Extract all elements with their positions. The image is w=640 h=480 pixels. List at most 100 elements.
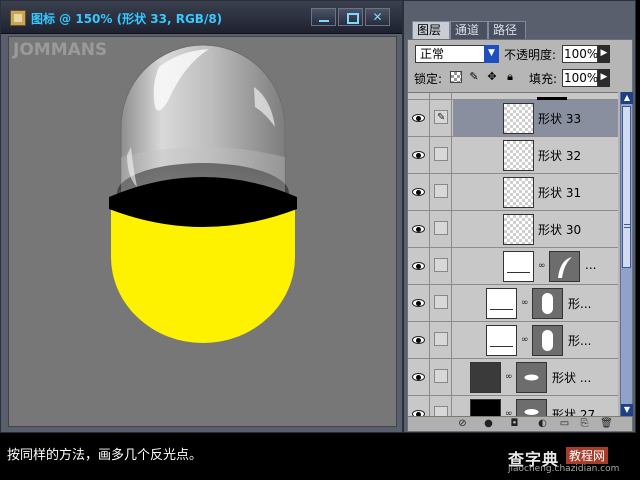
layer-row[interactable]: ∞ ... — [408, 248, 618, 285]
layer-link-box[interactable] — [434, 332, 448, 346]
minimize-button[interactable] — [311, 8, 336, 26]
chevron-down-icon[interactable]: ▼ — [484, 45, 499, 63]
close-button[interactable]: ✕ — [365, 8, 390, 26]
new-layer-icon[interactable]: ⎘ — [578, 418, 591, 430]
fill-slider-arrow-icon[interactable]: ▶ — [598, 69, 610, 87]
layer-link-box[interactable] — [434, 147, 448, 161]
scroll-up-arrow-icon[interactable]: ▲ — [621, 92, 633, 104]
layer-row[interactable]: ∞ 形... — [408, 285, 618, 322]
layer-name: 形状 33 — [538, 112, 582, 126]
layer-name: 形状 ... — [552, 371, 592, 385]
layer-thumbnail — [503, 251, 534, 282]
layers-panel-body: 正常 ▼ 不透明度: 100% ▶ 锁定: ✎ ✥ 🔒︎ 填充: 100% ▶ — [407, 39, 633, 432]
vector-mask-thumbnail — [516, 362, 547, 393]
capsule-artwork — [109, 44, 297, 343]
layer-row[interactable]: ∞ 形... — [408, 322, 618, 359]
layer-name: 形... — [568, 334, 592, 348]
layer-style-icon[interactable]: ● — [482, 418, 495, 430]
link-cell — [431, 396, 452, 416]
lock-position-move-icon[interactable]: ✥ — [486, 71, 498, 83]
layer-main: ∞ ... — [453, 248, 618, 284]
mask-link-icon[interactable]: ∞ — [538, 261, 546, 271]
layer-link-box[interactable] — [434, 369, 448, 383]
mask-shape-icon — [542, 293, 553, 314]
delete-layer-icon[interactable]: 🗑︎ — [600, 418, 613, 430]
layer-list: ✎ 形状 33 形状 32 形状 31 形状 30 ∞ ... ∞ 形... ∞… — [408, 92, 618, 416]
layer-link-box[interactable] — [434, 295, 448, 309]
layer-main: 形状 32 — [453, 137, 618, 173]
adjustment-layer-icon[interactable]: ◐ — [536, 418, 549, 430]
vector-mask-thumbnail — [532, 325, 563, 356]
tab-layers[interactable]: 图层 — [412, 21, 450, 39]
restore-button[interactable] — [338, 8, 363, 26]
visibility-eye-icon[interactable] — [412, 262, 425, 270]
opacity-slider-arrow-icon[interactable]: ▶ — [598, 45, 610, 63]
layer-main: 形状 33 — [453, 100, 618, 136]
photoshop-document-icon — [10, 10, 26, 26]
visibility-eye-icon[interactable] — [412, 114, 425, 122]
mask-link-icon[interactable]: ∞ — [521, 298, 529, 308]
eye-cell — [408, 174, 430, 210]
layer-list-scrollbar[interactable]: ▲ ▼ — [620, 92, 633, 416]
layer-row[interactable]: ∞ 形状 ... — [408, 359, 618, 396]
eye-cell — [408, 285, 430, 321]
link-layers-icon[interactable]: ⊘ — [456, 418, 469, 430]
mask-link-icon[interactable]: ∞ — [505, 409, 513, 416]
visibility-eye-icon[interactable] — [412, 299, 425, 307]
layer-brush-box[interactable]: ✎ — [434, 110, 448, 124]
visibility-eye-icon[interactable] — [412, 188, 425, 196]
link-cell: ✎ — [431, 100, 452, 136]
layer-link-box[interactable] — [434, 406, 448, 416]
visibility-eye-icon[interactable] — [412, 336, 425, 344]
vector-mask-thumbnail — [532, 288, 563, 319]
document-titlebar[interactable]: 图标 @ 150% (形状 33, RGB/8) ✕ — [1, 1, 402, 34]
brush-icon: ✎ — [437, 112, 446, 123]
layer-row[interactable]: 形状 32 — [408, 137, 618, 174]
link-cell — [431, 285, 452, 321]
scrollbar-thumb[interactable] — [622, 106, 631, 268]
layer-link-box[interactable] — [434, 184, 448, 198]
visibility-eye-icon[interactable] — [412, 373, 425, 381]
layer-row[interactable]: ∞ 形状 27 — [408, 396, 618, 416]
opacity-label: 不透明度: — [504, 48, 557, 62]
layer-row[interactable]: ✎ 形状 33 — [408, 100, 618, 137]
document-title: 图标 @ 150% (形状 33, RGB/8) — [31, 12, 223, 26]
site-url: jiaocheng.chazidian.com — [508, 464, 620, 474]
layer-row[interactable]: 形状 30 — [408, 211, 618, 248]
eye-cell — [408, 211, 430, 247]
tab-channels[interactable]: 通道 — [450, 21, 488, 39]
layer-link-box[interactable] — [434, 221, 448, 235]
tutorial-caption: 按同样的方法，画多几个反光点。 — [7, 448, 203, 463]
layer-row-partial[interactable] — [408, 93, 618, 101]
visibility-eye-icon[interactable] — [412, 225, 425, 233]
layer-thumbnail — [470, 362, 501, 393]
visibility-eye-icon[interactable] — [412, 151, 425, 159]
layer-link-box[interactable] — [434, 258, 448, 272]
new-group-icon[interactable]: ▭ — [558, 418, 571, 430]
layer-row[interactable]: 形状 31 — [408, 174, 618, 211]
scroll-down-arrow-icon[interactable]: ▼ — [621, 404, 633, 416]
layer-mask-icon[interactable]: ◘ — [508, 418, 521, 430]
layers-panel: 图层 通道 路径 正常 ▼ 不透明度: 100% ▶ 锁定: ✎ ✥ 🔒︎ 填充… — [403, 0, 636, 433]
opacity-input[interactable]: 100% — [562, 45, 598, 63]
mask-link-icon[interactable]: ∞ — [505, 372, 513, 382]
mask-link-icon[interactable]: ∞ — [521, 335, 529, 345]
eye-cell — [408, 359, 430, 395]
tab-paths[interactable]: 路径 — [488, 21, 526, 39]
layer-thumbnail — [503, 177, 534, 208]
layer-name: ... — [585, 258, 597, 272]
layer-name: 形状 31 — [538, 186, 582, 200]
fill-input[interactable]: 100% — [562, 69, 598, 87]
layer-name: 形... — [568, 297, 592, 311]
layer-main: 形状 31 — [453, 174, 618, 210]
link-cell — [431, 137, 452, 173]
eye-cell — [408, 100, 430, 136]
eye-cell — [408, 396, 430, 416]
lock-transparency-icon[interactable] — [450, 71, 462, 83]
lock-pixels-brush-icon[interactable]: ✎ — [468, 71, 480, 83]
layer-thumbnail — [503, 140, 534, 171]
layer-main: ∞ 形... — [453, 322, 618, 358]
canvas[interactable]: JOMMANS — [8, 36, 397, 427]
lock-all-icon[interactable]: 🔒︎ — [504, 71, 516, 83]
blend-mode-select[interactable]: 正常 ▼ — [415, 45, 499, 63]
